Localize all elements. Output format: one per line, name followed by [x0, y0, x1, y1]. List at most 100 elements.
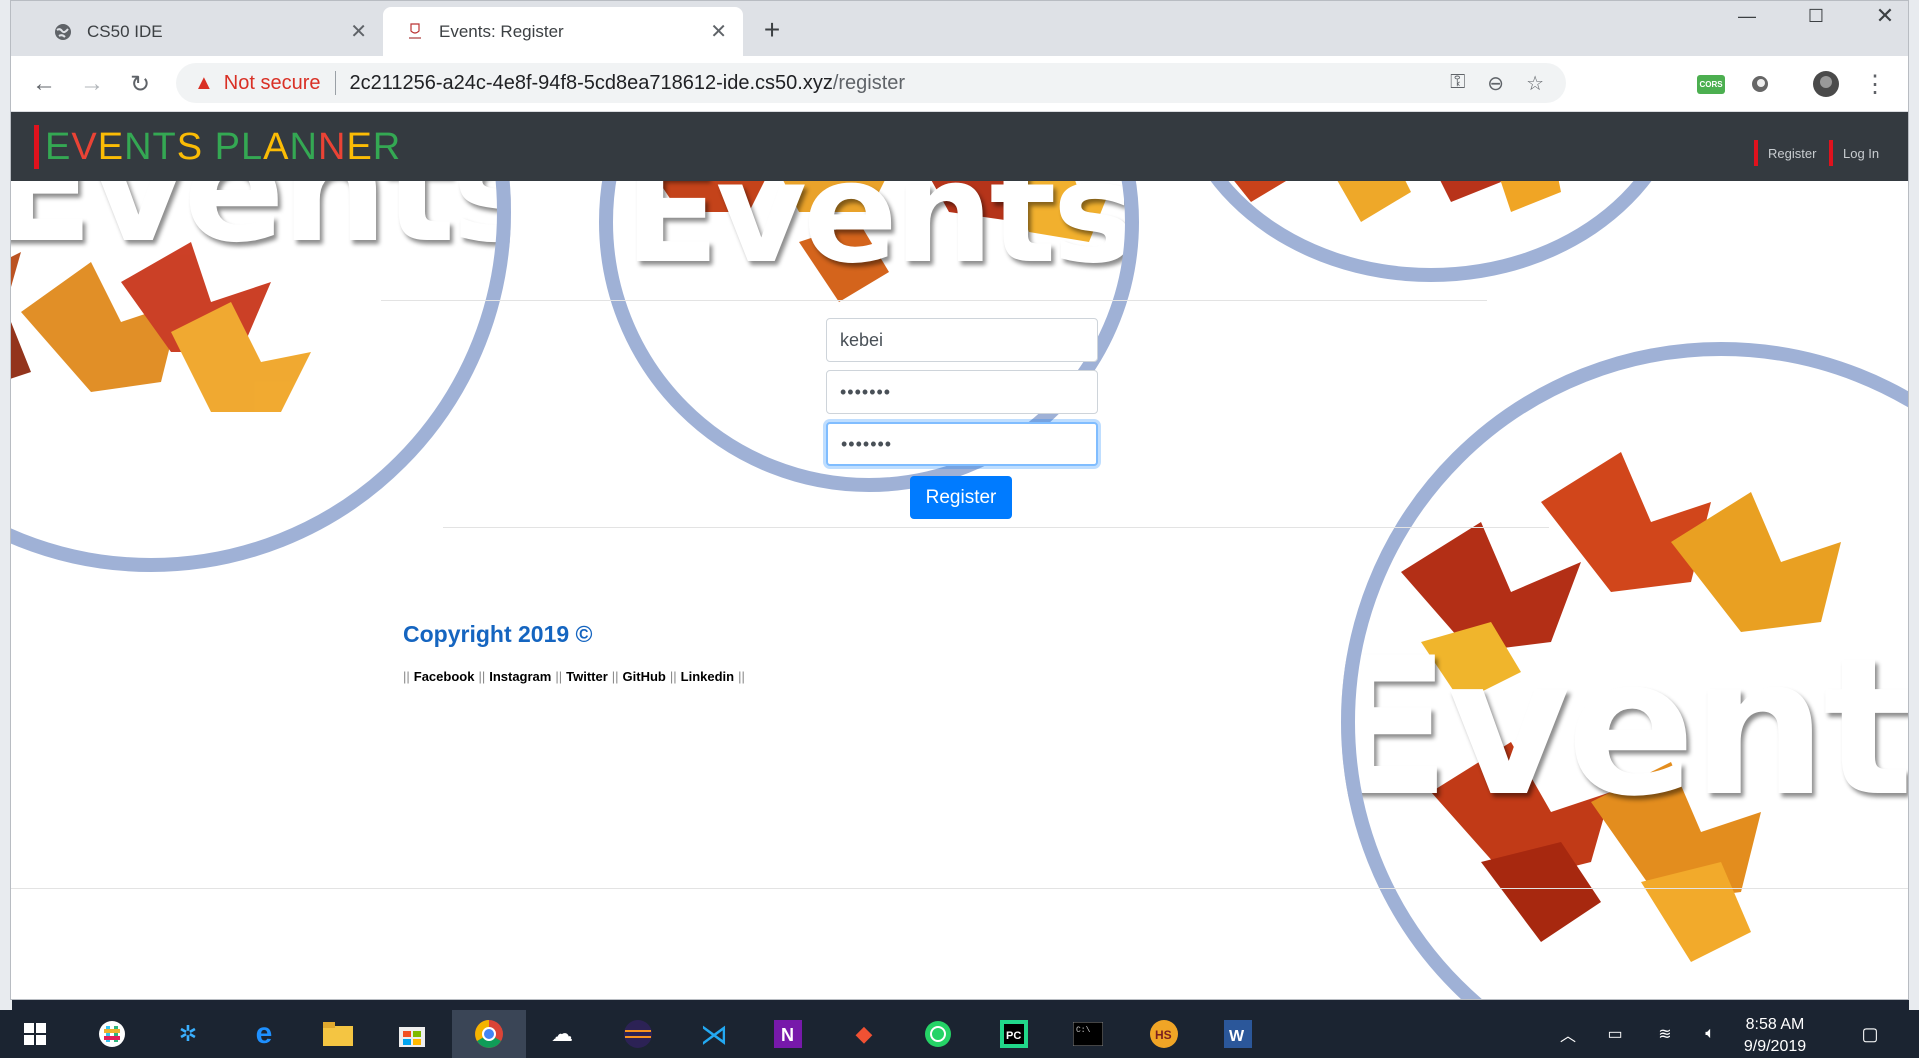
new-tab-button[interactable]: + [756, 14, 788, 46]
confirm-password-input[interactable]: ••••••• [826, 422, 1098, 466]
store-icon[interactable] [392, 1017, 432, 1051]
svg-text:HS: HS [1155, 1028, 1172, 1042]
slack-icon[interactable] [92, 1017, 132, 1051]
clock-time: 8:58 AM [1745, 1016, 1805, 1033]
brand-letter: E [346, 125, 373, 168]
register-submit-button[interactable]: Register [910, 476, 1012, 519]
brand-letter: E [45, 125, 72, 168]
footer-divider [11, 888, 1908, 889]
maximize-button[interactable]: ☐ [1787, 1, 1845, 31]
brand-logo[interactable]: EVENTS PLANNER [34, 125, 401, 169]
brand-letter: E [97, 125, 125, 168]
close-tab-icon[interactable]: ✕ [710, 19, 727, 44]
linkedin-link[interactable]: Linkedin [681, 669, 734, 684]
copyright-text: Copyright 2019 © [403, 621, 593, 647]
show-hidden-icons[interactable]: ︿ [1548, 1017, 1588, 1051]
bookmark-star-icon[interactable]: ☆ [1526, 71, 1544, 96]
tab-title: CS50 IDE [87, 21, 163, 41]
nav-register-link[interactable]: Register [1754, 140, 1816, 166]
taskbar-clock[interactable]: 8:58 AM 9/9/2019 [1730, 1014, 1820, 1058]
brand-letter: S [176, 125, 204, 168]
volume-icon[interactable]: 🔈︎ [1690, 1017, 1730, 1051]
zoom-out-icon[interactable]: ⊖ [1487, 71, 1504, 96]
navbar: EVENTS PLANNER Register Log In [11, 112, 1908, 181]
svg-text:PC: PC [1006, 1030, 1021, 1042]
address-separator [334, 71, 336, 95]
svg-text:C:\: C:\ [1076, 1026, 1091, 1035]
password-input[interactable]: ••••••• [826, 370, 1098, 414]
word-icon[interactable]: W [1218, 1017, 1258, 1051]
pycharm-icon[interactable]: PC [994, 1017, 1034, 1051]
desktop-edge-right [1909, 0, 1919, 1010]
bottom-divider [443, 527, 1549, 528]
key-icon[interactable]: ⚿ [1450, 71, 1465, 96]
onenote-icon[interactable]: N [768, 1017, 808, 1051]
url-path: /register [832, 71, 906, 94]
github-link[interactable]: GitHub [623, 669, 666, 684]
chrome-icon[interactable] [452, 1010, 526, 1058]
vscode-icon[interactable]: ⋊ [694, 1017, 734, 1051]
link-separator: || [555, 669, 563, 684]
tab-title: Events: Register [439, 21, 564, 41]
instagram-link[interactable]: Instagram [489, 669, 551, 684]
svg-text:N: N [781, 1025, 794, 1045]
brand-letter: P [214, 125, 242, 168]
nav-login-link[interactable]: Log In [1829, 140, 1879, 166]
brand-letter [203, 126, 215, 169]
extension-circle-icon[interactable] [1746, 70, 1774, 98]
windows-taskbar: ✲ e ☁ ⋊ N ◆ PC C:\ HS W ︿ ▭ ≋ 🔈︎ ▢ [0, 1010, 1919, 1058]
page-viewport: Events Events Event E V E N T S P L A N … [11, 112, 1908, 999]
whatsapp-icon[interactable] [918, 1017, 958, 1051]
browser-window: CS50 IDE ✕ Events: Register ✕ + — ☐ ✕ ← … [10, 0, 1909, 1000]
brand-letter: A [263, 125, 290, 168]
globe-icon [53, 22, 73, 42]
security-status[interactable]: Not secure [224, 72, 321, 95]
tab-strip: CS50 IDE ✕ Events: Register ✕ + — ☐ ✕ [11, 1, 1908, 56]
twitter-link[interactable]: Twitter [566, 669, 608, 684]
address-bar[interactable]: ▲ Not secure 2c211256-a24c-4e8f-94f8-5cd… [176, 63, 1566, 103]
url-host: 2c211256-a24c-4e8f-94f8-5cd8ea718612-ide… [349, 71, 833, 94]
eclipse-icon[interactable] [618, 1017, 658, 1051]
social-links: || Facebook || Instagram || Twitter || G… [403, 669, 745, 684]
brand-letter: T [152, 125, 177, 168]
reload-button[interactable]: ↻ [125, 69, 155, 99]
facebook-link[interactable]: Facebook [414, 669, 475, 684]
tab-events-register[interactable]: Events: Register ✕ [383, 7, 743, 56]
terminal-icon[interactable]: C:\ [1068, 1017, 1108, 1051]
browser-toolbar: ← → ↻ ▲ Not secure 2c211256-a24c-4e8f-94… [11, 56, 1908, 112]
cors-extension-icon[interactable]: CORS [1697, 70, 1725, 98]
battery-icon[interactable]: ▭ [1595, 1017, 1635, 1051]
soundcloud-icon[interactable]: ☁ [542, 1017, 582, 1051]
wifi-icon[interactable]: ≋ [1645, 1017, 1685, 1051]
events-favicon [405, 22, 425, 42]
link-separator: || [403, 669, 410, 684]
link-separator: || [478, 669, 486, 684]
menu-kebab-icon[interactable]: ⋮ [1861, 70, 1889, 98]
back-button[interactable]: ← [29, 69, 59, 99]
file-explorer-icon[interactable] [318, 1017, 358, 1051]
close-tab-icon[interactable]: ✕ [350, 19, 367, 44]
brand-letter: V [71, 125, 98, 168]
username-input[interactable]: kebei [826, 318, 1098, 362]
teams-like-icon[interactable]: ✲ [168, 1017, 208, 1051]
top-divider [381, 300, 1487, 301]
clock-date: 9/9/2019 [1743, 1038, 1807, 1055]
git-icon[interactable]: ◆ [844, 1017, 884, 1051]
close-window-button[interactable]: ✕ [1856, 1, 1908, 31]
hs-icon[interactable]: HS [1144, 1017, 1184, 1051]
action-center-icon[interactable]: ▢ [1850, 1017, 1890, 1051]
tab-cs50-ide[interactable]: CS50 IDE ✕ [31, 7, 383, 56]
profile-avatar[interactable] [1812, 70, 1840, 98]
link-separator: || [611, 669, 619, 684]
brand-letter: R [372, 125, 402, 168]
warning-icon: ▲ [194, 71, 214, 94]
minimize-button[interactable]: — [1718, 1, 1776, 31]
forward-button[interactable]: → [77, 69, 107, 99]
brand-letter: L [241, 125, 264, 168]
link-separator: || [669, 669, 677, 684]
brand-letter: N [124, 125, 153, 168]
edge-icon[interactable]: e [244, 1017, 284, 1051]
windows-start-icon[interactable] [15, 1017, 55, 1051]
svg-text:W: W [1229, 1028, 1245, 1045]
link-separator: || [738, 669, 745, 684]
